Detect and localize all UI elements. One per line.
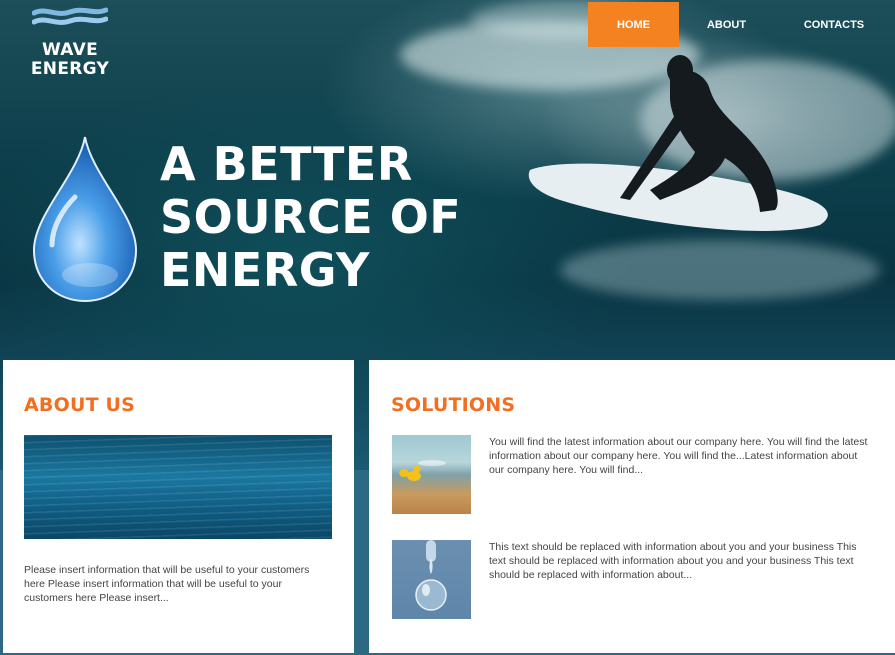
wave-logo-icon xyxy=(32,7,108,25)
logo-line-2: ENERGY xyxy=(30,59,110,79)
logo-text: WAVE ENERGY xyxy=(30,41,110,79)
logo[interactable]: WAVE ENERGY xyxy=(30,5,110,79)
beach-duck-image xyxy=(399,460,446,481)
beach-thumbnail[interactable] xyxy=(392,435,471,514)
headline-line-1: A BETTER xyxy=(160,137,413,191)
drop-thumbnail[interactable] xyxy=(392,540,471,619)
nav-home[interactable]: HOME xyxy=(588,2,679,47)
headline-line-2: SOURCE OF xyxy=(160,190,462,244)
headline-line-3: ENERGY xyxy=(160,243,370,297)
water-drop-icon xyxy=(32,136,138,303)
solution-text: This text should be replaced with inform… xyxy=(489,541,857,581)
water-drop-image xyxy=(415,540,447,611)
nav-about[interactable]: ABOUT xyxy=(679,2,774,47)
about-title: ABOUT US xyxy=(24,394,136,416)
solutions-title: SOLUTIONS xyxy=(391,394,516,416)
hero-headline: A BETTER SOURCE OF ENERGY xyxy=(160,138,461,297)
nav-contacts[interactable]: CONTACTS xyxy=(774,2,894,47)
main-nav: HOME ABOUT CONTACTS xyxy=(588,2,894,47)
surfer-image xyxy=(528,55,828,231)
ocean-image xyxy=(24,435,332,539)
logo-line-1: WAVE xyxy=(42,40,98,60)
about-text: Please insert information that will be u… xyxy=(24,564,310,604)
solution-text: You will find the latest information abo… xyxy=(489,436,868,476)
solutions-panel: SOLUTIONS You will find the latest infor… xyxy=(369,360,895,653)
about-panel: ABOUT US Please insert information that … xyxy=(3,360,354,653)
